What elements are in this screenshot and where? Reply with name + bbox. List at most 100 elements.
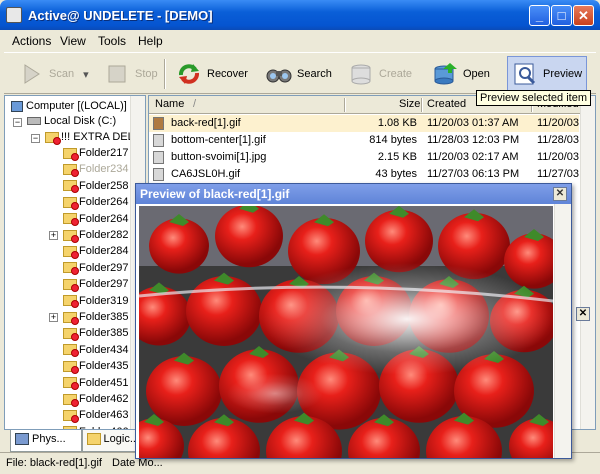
tree-item-folder[interactable]: Folder234 <box>63 161 129 179</box>
cell-created: 11/20/03 02:17 AM <box>427 151 519 163</box>
preview-close-button[interactable]: ✕ <box>553 187 567 201</box>
cell-modified: 11/20/03 <box>537 117 580 129</box>
cell-size: 1.08 KB <box>377 117 417 129</box>
tree-item-local-disk[interactable]: Local Disk (C:) <box>27 113 116 130</box>
collapse-extra-toggle[interactable]: − <box>31 134 40 143</box>
file-list-scrollbar[interactable] <box>580 96 595 429</box>
file-icon <box>153 151 164 164</box>
open-disk-image-icon <box>434 63 457 85</box>
tree-item-folder[interactable]: Folder319 <box>63 293 129 310</box>
tree-item-folder[interactable]: Folder463 <box>63 407 129 424</box>
deleted-folder-icon <box>63 295 79 309</box>
status-file: File: black-red[1].gif <box>6 457 102 469</box>
cell-created: 11/28/03 12:03 PM <box>427 134 520 146</box>
folder-icon <box>87 433 101 445</box>
preview-scrollbar[interactable] <box>554 204 571 458</box>
deleted-folder-icon <box>63 163 79 177</box>
strawberries-image <box>139 206 553 458</box>
tree-item-folder[interactable]: Folder434 <box>63 342 129 359</box>
cell-modified: 11/27/03 <box>537 168 580 180</box>
deleted-folder-icon <box>63 327 79 341</box>
tree-tabs: Phys... Logic... <box>4 430 146 452</box>
deleted-folder-icon <box>63 213 79 227</box>
cell-size: 43 bytes <box>375 168 417 180</box>
deleted-folder-icon <box>63 344 79 358</box>
side-panel-close[interactable]: ✕ <box>572 305 596 325</box>
file-icon <box>153 117 164 130</box>
deleted-folder-icon <box>63 278 79 292</box>
scan-button[interactable]: Scan ▾ <box>18 56 89 92</box>
table-row[interactable]: button-svoimi[1].jpg 2.15 KB 11/20/03 02:1… <box>149 149 579 166</box>
deleted-folder-icon <box>63 229 79 243</box>
cell-name: button-svoimi[1].jpg <box>171 151 267 163</box>
close-icon: ✕ <box>576 307 590 321</box>
column-name[interactable]: Name <box>155 98 184 110</box>
recover-button[interactable]: Recover <box>176 56 248 92</box>
tree-item-folder[interactable]: Folder297 <box>63 260 129 277</box>
deleted-folder-icon <box>63 147 79 161</box>
table-row[interactable]: back-red[1].gif 1.08 KB 11/20/03 01:37 AM 1… <box>149 115 579 132</box>
tree-item-folder[interactable]: Folder385 <box>63 309 129 326</box>
tree-item-folder[interactable]: Folder435 <box>63 358 129 375</box>
minimize-button[interactable]: _ <box>529 5 550 26</box>
stop-button[interactable]: Stop <box>104 56 158 92</box>
close-button[interactable]: ✕ <box>573 5 594 26</box>
deleted-folder-icon <box>63 360 79 374</box>
hard-disk-icon <box>27 117 41 126</box>
deleted-folder-icon <box>63 245 79 259</box>
column-size[interactable]: Size <box>399 98 420 110</box>
tree-item-folder[interactable]: Folder264 <box>63 194 129 211</box>
expand-folder-toggle[interactable]: + <box>49 313 58 322</box>
menu-help[interactable]: Help <box>138 34 163 48</box>
cell-name: bottom-center[1].gif <box>171 134 266 146</box>
tree-item-folder[interactable]: Folder297 <box>63 276 129 293</box>
table-row[interactable]: CA6JSL0H.gif 43 bytes 11/27/03 06:13 PM 11/… <box>149 166 579 183</box>
deleted-folder-icon <box>63 409 79 423</box>
preview-window: Preview of black-red[1].gif ✕ <box>135 183 572 459</box>
cell-name: CA6JSL0H.gif <box>171 168 241 180</box>
tree-item-folder[interactable]: Folder385 <box>63 325 129 342</box>
table-row[interactable]: bottom-center[1].gif 814 bytes 11/28/03 12… <box>149 132 579 149</box>
title-bar: Active@ UNDELETE - [DEMO] _ □ ✕ <box>0 0 600 30</box>
cell-created: 11/20/03 01:37 AM <box>427 117 519 129</box>
tree-item-folder[interactable]: Folder284 <box>63 243 129 260</box>
column-separator <box>344 98 346 112</box>
deleted-folder-icon <box>63 393 79 407</box>
create-button[interactable]: Create <box>348 56 412 92</box>
menu-actions[interactable]: Actions <box>12 34 51 48</box>
menu-view[interactable]: View <box>60 34 86 48</box>
tree-item-folder[interactable]: Folder258 <box>63 178 129 195</box>
computer-icon <box>11 100 23 112</box>
tree-item-extra-deleted[interactable]: !!! EXTRA DEL <box>45 129 134 146</box>
tree-item-folder[interactable]: Folder462 <box>63 391 129 408</box>
disk-icon <box>15 433 29 445</box>
deleted-folder-icon <box>63 311 79 325</box>
preview-image <box>139 206 553 458</box>
deleted-folder-icon <box>63 180 79 194</box>
tree-item-folder[interactable]: Folder451 <box>63 375 129 392</box>
disk-image-icon <box>351 64 371 85</box>
column-separator <box>421 98 423 112</box>
tree-item-folder[interactable]: Folder217 <box>63 145 129 162</box>
recover-icon <box>179 64 199 84</box>
cell-size: 814 bytes <box>369 134 417 146</box>
binoculars-icon <box>266 69 292 83</box>
search-button[interactable]: Search <box>266 56 332 92</box>
open-button[interactable]: Open <box>432 56 490 92</box>
deleted-folder-icon <box>63 196 79 210</box>
folder-icon <box>45 131 61 145</box>
tooltip: Preview selected item <box>476 90 591 106</box>
toolbar-separator <box>164 59 166 89</box>
preview-button[interactable]: Preview <box>507 56 588 92</box>
collapse-disk-toggle[interactable]: − <box>13 118 22 127</box>
tree-item-folder[interactable]: Folder264 <box>63 211 129 228</box>
column-created[interactable]: Created <box>427 98 466 110</box>
maximize-button[interactable]: □ <box>551 5 572 26</box>
expand-folder-toggle[interactable]: + <box>49 231 58 240</box>
scan-dropdown-arrow-icon[interactable]: ▾ <box>83 68 89 81</box>
tree-item-folder[interactable]: Folder282 <box>63 227 129 244</box>
file-icon <box>153 134 164 147</box>
tab-physical[interactable]: Phys... <box>10 430 82 452</box>
menu-tools[interactable]: Tools <box>98 34 126 48</box>
cell-modified: 11/28/03 <box>537 134 580 146</box>
